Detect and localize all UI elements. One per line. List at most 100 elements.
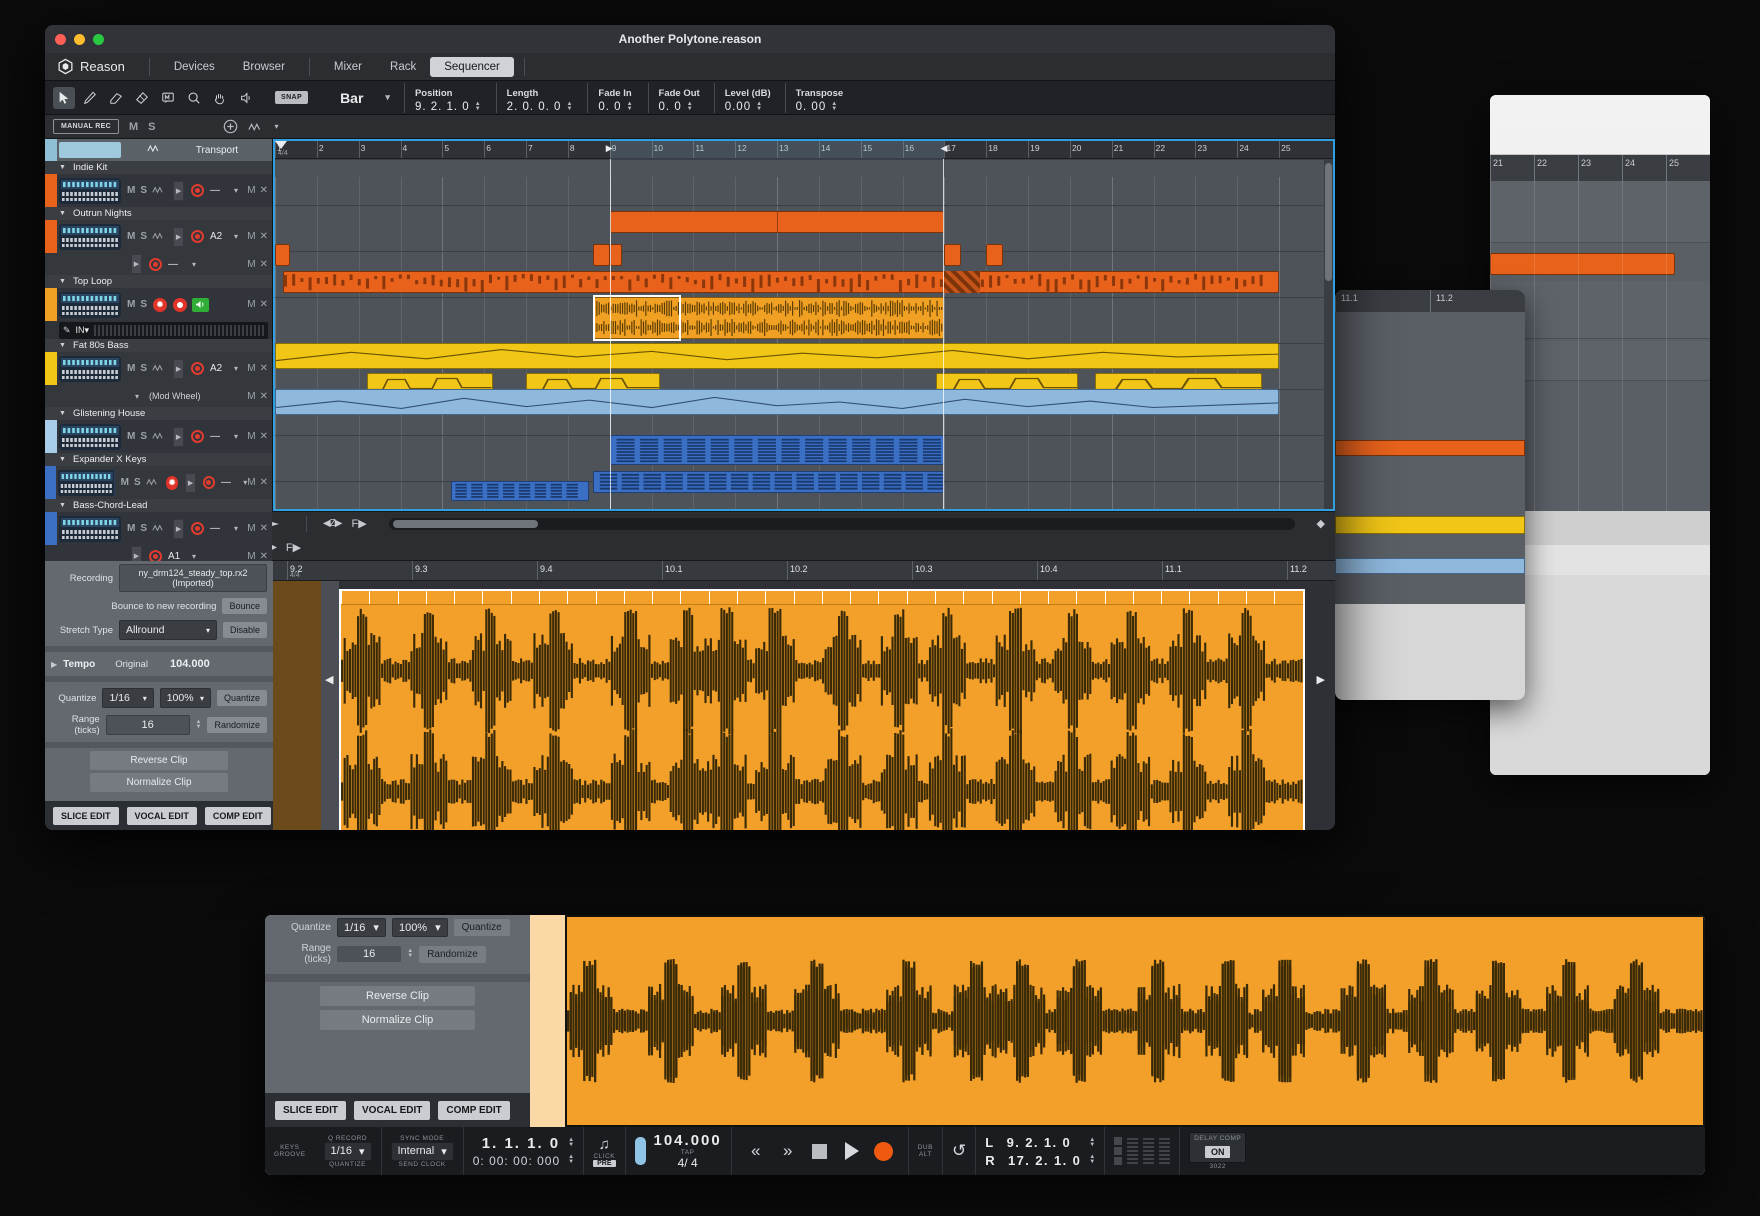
bgr-bar-number[interactable]: 22 <box>1537 158 1547 168</box>
position-stepper[interactable]: ▲▼ <box>475 102 482 112</box>
track-mix-m[interactable]: M <box>247 231 255 242</box>
track-sub-lane[interactable]: ▾(Mod Wheel)M✕ <box>45 385 272 407</box>
slice-marker[interactable] <box>680 591 681 604</box>
clip-inspector[interactable]: Recording ny_drm124_steady_top.rx2 (Impo… <box>45 561 273 830</box>
track-close-button[interactable]: ✕ <box>260 185 268 196</box>
sub-close-button[interactable]: ✕ <box>260 391 268 402</box>
track-note-value[interactable]: — <box>221 477 239 488</box>
fast-forward-icon[interactable]: » <box>773 1136 803 1166</box>
slice-marker[interactable] <box>1020 591 1021 604</box>
track-record-enable[interactable] <box>203 476 215 489</box>
slice-marker[interactable] <box>567 591 568 604</box>
track-mute-solo[interactable]: MS <box>127 523 147 534</box>
track-fold-triangle-icon[interactable]: ▼ <box>59 164 66 171</box>
clip-outrun-c[interactable] <box>610 244 623 266</box>
track-mix-buttons[interactable]: M✕ <box>247 477 272 488</box>
track-fold-triangle-icon[interactable]: ▼ <box>59 410 66 417</box>
ruler-bar-number[interactable]: 21 <box>1112 143 1123 153</box>
normalize-clip-button[interactable]: Normalize Clip <box>90 773 228 792</box>
record-button[interactable] <box>869 1136 899 1166</box>
track-note-value[interactable]: A2 <box>210 231 230 242</box>
hand-tool[interactable] <box>209 87 231 109</box>
menu-tab-browser[interactable]: Browser <box>229 57 299 77</box>
clip-outrun-a[interactable] <box>275 244 290 266</box>
sub-expand-button[interactable]: ▶ <box>131 254 142 274</box>
bgb-tab-vocal-edit[interactable]: VOCAL EDIT <box>354 1101 430 1120</box>
slice-marker[interactable] <box>398 591 399 604</box>
track-close-button[interactable]: ✕ <box>260 299 268 310</box>
bgb-sync-mode[interactable]: SYNC MODE Internal▾ SEND CLOCK <box>382 1127 464 1175</box>
eraser-tool[interactable] <box>105 87 127 109</box>
slice-marker[interactable] <box>1048 591 1049 604</box>
bgb-click-section[interactable]: ♫ CLICK PRE <box>584 1127 625 1175</box>
track-mute-button[interactable]: M <box>121 477 129 488</box>
bgb-quantize-select[interactable]: 1/16▾ <box>337 918 386 937</box>
track-device-thumbnail[interactable] <box>59 178 121 204</box>
track-device-thumbnail[interactable] <box>59 356 121 382</box>
sub-mix-m[interactable]: M <box>247 551 255 562</box>
track-fold-triangle-icon[interactable]: ▼ <box>59 342 66 349</box>
clip-bass-chord-lead-2[interactable] <box>593 471 944 493</box>
disable-button[interactable]: Disable <box>223 622 267 638</box>
track-solo-button[interactable]: S <box>140 363 147 374</box>
bgr-seq-clip-orange[interactable] <box>1335 440 1525 456</box>
clip-outrun-long[interactable] <box>283 271 1279 293</box>
ae-ruler-label[interactable]: 10.3 <box>912 564 933 574</box>
length-value[interactable]: 2. 0. 0. 0 <box>507 101 562 113</box>
right-edge-handle[interactable]: ▶ <box>1317 673 1325 686</box>
field-fade-in[interactable]: Fade In 0. 0▲▼ <box>587 83 633 113</box>
track-mute-solo[interactable]: MS <box>127 431 147 442</box>
slice-marker[interactable] <box>341 591 342 604</box>
bgb-loop-section[interactable]: ↺ <box>943 1127 976 1175</box>
chevron-down-icon[interactable]: ▾ <box>234 186 238 195</box>
ruler-bar-number[interactable]: 8 <box>568 143 575 153</box>
track-mix-m[interactable]: M <box>247 363 255 374</box>
bgb-left-stepper[interactable]: ▲▼ <box>1089 1138 1095 1148</box>
track-name-label[interactable]: Fat 80s Bass▼ <box>45 339 272 352</box>
reverse-clip-button[interactable]: Reverse Clip <box>90 751 228 770</box>
sub-mix-m[interactable]: M <box>247 391 255 402</box>
master-mute-button[interactable]: M <box>129 121 138 133</box>
tab-slice-edit[interactable]: SLICE EDIT <box>53 807 119 825</box>
menu-tab-rack[interactable]: Rack <box>376 57 430 77</box>
track-mute-button[interactable]: M <box>127 431 135 442</box>
track-mute-button[interactable]: M <box>127 523 135 534</box>
bgb-tab-comp-edit[interactable]: COMP EDIT <box>438 1101 509 1120</box>
track-record-enable[interactable] <box>191 184 204 197</box>
bgb-locators[interactable]: L9. 2. 1. 0 R17. 2. 1. 0 ▲▼ ▲▼ <box>976 1127 1105 1175</box>
bgb-reverse-clip-button[interactable]: Reverse Clip <box>320 986 475 1006</box>
quantize-select[interactable]: 1/16 ▾ <box>102 688 153 708</box>
track-mute-solo[interactable]: MS <box>127 185 147 196</box>
slice-marker[interactable] <box>1218 591 1219 604</box>
slice-marker[interactable] <box>822 591 823 604</box>
bgb-dub-alt[interactable]: DUB ALT <box>909 1127 943 1175</box>
slice-marker[interactable] <box>624 591 625 604</box>
slice-marker[interactable] <box>1105 591 1106 604</box>
loop-region[interactable] <box>610 141 945 159</box>
track-expand-button[interactable]: ▶ <box>173 181 184 201</box>
sub-mix-buttons[interactable]: M✕ <box>247 391 272 402</box>
slice-marker[interactable] <box>1189 591 1190 604</box>
menu-tab-devices[interactable]: Devices <box>160 57 229 77</box>
position-value[interactable]: 9. 2. 1. 0 <box>415 101 470 113</box>
slice-marker[interactable] <box>709 591 710 604</box>
track-mute-button[interactable]: M <box>127 185 135 196</box>
track-monitor-badge[interactable] <box>192 298 209 312</box>
sub-record-enable[interactable] <box>149 258 162 271</box>
bgb-position-stepper[interactable]: ▲▼ <box>568 1138 574 1148</box>
timeline-ruler[interactable]: 1234567891011121314151617181920212223242… <box>275 141 1333 159</box>
clip-indie-kit[interactable] <box>610 211 945 233</box>
track-name-label[interactable]: Expander X Keys▼ <box>45 453 272 466</box>
chevron-down-icon[interactable]: ▾ <box>192 552 196 561</box>
minimize-window-button[interactable] <box>74 34 85 45</box>
tab-comp-edit[interactable]: COMP EDIT <box>205 807 271 825</box>
hscroll-thumb[interactable] <box>393 520 538 528</box>
track-input-meter-row[interactable]: ✎IN▾ <box>59 322 268 339</box>
ae-ruler-label[interactable]: 10.4 <box>1037 564 1058 574</box>
track-note-value[interactable]: — <box>210 431 230 442</box>
zoom-fit-icon[interactable]: ◀Z▶ <box>323 518 342 529</box>
bgb-right-stepper[interactable]: ▲▼ <box>1089 1155 1095 1165</box>
track-mix-buttons[interactable]: M✕ <box>247 363 272 374</box>
ae-ruler-label[interactable]: 9.4 <box>537 564 553 574</box>
track-mute-solo[interactable]: MS <box>127 363 147 374</box>
